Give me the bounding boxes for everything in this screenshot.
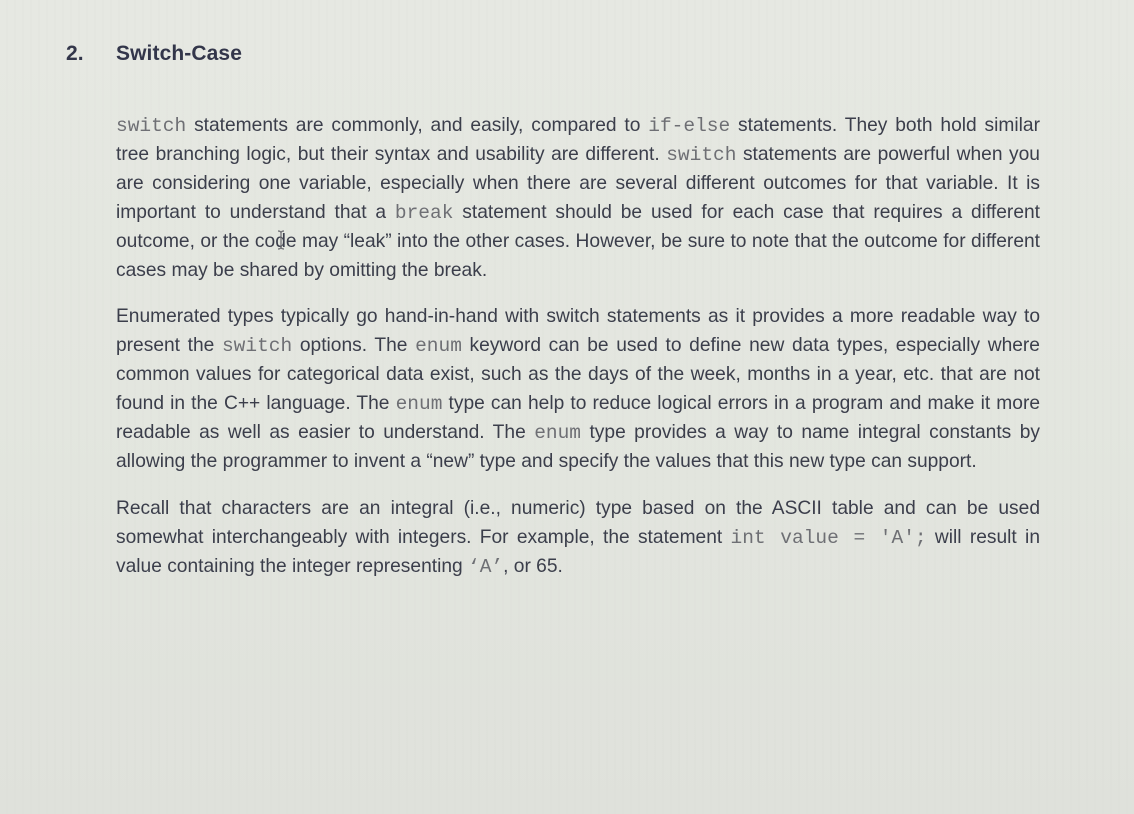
inline-code: enum [395,393,443,416]
section-title: Switch-Case [116,42,242,65]
inline-code: enum [534,422,582,445]
inline-code: if-else [648,115,731,137]
paragraph-text: options. The [292,335,416,357]
inline-code: switch [116,115,187,137]
paragraph-switch-intro: switch statements are commonly, and easi… [116,112,1040,285]
inline-code: int value = 'A'; [730,526,927,549]
inline-code: ‘A’ [468,555,504,578]
document-page: 2. Switch-Case switch statements are comm… [0,0,1134,814]
paragraph-enumerated-types: Enumerated types typically go hand-in-ha… [116,303,1040,476]
inline-code: enum [415,335,462,358]
section-heading: 2. Switch-Case [66,42,242,66]
paragraph-characters-integral: Recall that characters are an integral (… [116,495,1040,582]
inline-code: switch [666,143,737,166]
paragraph-text: statements are commonly, and easily, com… [186,115,649,136]
paragraph-text: , or 65. [503,555,563,577]
section-number: 2. [66,42,84,65]
section-body: switch statements are commonly, and easi… [116,112,1040,600]
inline-code: break [394,201,454,224]
inline-code: switch [221,335,293,358]
